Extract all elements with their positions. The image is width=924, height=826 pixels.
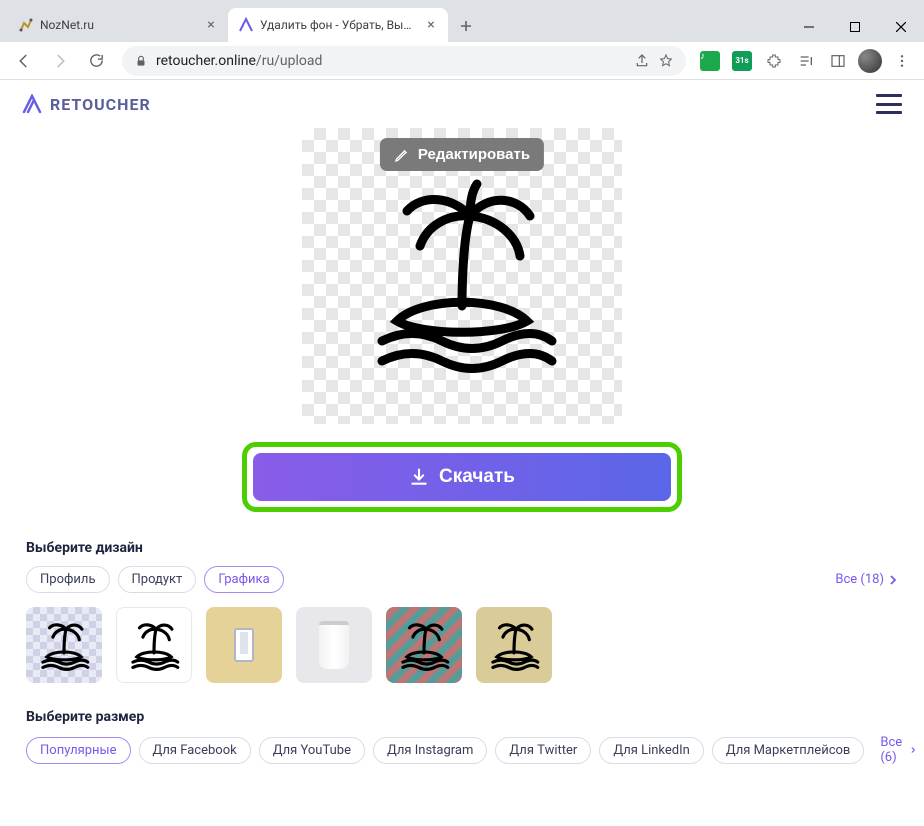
design-thumbnails	[26, 607, 898, 683]
thumb-phone[interactable]	[206, 607, 282, 683]
chevron-right-icon	[910, 745, 916, 755]
extensions-icon[interactable]	[760, 47, 788, 75]
chip-youtube[interactable]: Для YouTube	[259, 737, 365, 764]
thumb-cup[interactable]	[296, 607, 372, 683]
thumb-mosaic[interactable]	[386, 607, 462, 683]
close-icon[interactable]: ×	[204, 18, 218, 32]
reading-list-icon[interactable]	[792, 47, 820, 75]
new-tab-button[interactable]	[452, 12, 480, 40]
chip-product[interactable]: Продукт	[118, 566, 197, 593]
url-text: retoucher.online/ru/upload	[156, 53, 322, 69]
lock-icon	[134, 54, 148, 68]
close-icon[interactable]: ×	[424, 18, 438, 32]
menu-button[interactable]	[876, 94, 902, 114]
design-section: Выберите дизайн Профиль Продукт Графика …	[0, 540, 924, 683]
size-all-link[interactable]: Все (6)	[880, 735, 916, 765]
star-icon[interactable]	[658, 53, 674, 69]
tab-title: NozNet.ru	[40, 18, 198, 32]
extension-31s-icon[interactable]: 31s	[728, 47, 756, 75]
chip-instagram[interactable]: Для Instagram	[373, 737, 487, 764]
design-chips: Профиль Продукт Графика Все (18)	[26, 566, 898, 593]
maximize-button[interactable]	[832, 12, 878, 42]
browser-titlebar: NozNet.ru × Удалить фон - Убрать, Выреза…	[0, 0, 924, 42]
thumb-transparent[interactable]	[26, 607, 102, 683]
chip-facebook[interactable]: Для Facebook	[139, 737, 251, 764]
favicon-noznet	[18, 17, 34, 33]
site-header: RETOUCHER	[0, 80, 924, 128]
page-content: RETOUCHER Редактировать Скачать	[0, 80, 924, 765]
address-bar[interactable]: retoucher.online/ru/upload	[122, 46, 686, 76]
favicon-retoucher	[238, 17, 254, 33]
image-preview: Редактировать	[302, 128, 622, 424]
phone-icon	[234, 628, 254, 662]
download-icon	[409, 467, 429, 487]
chrome-menu-icon[interactable]	[888, 47, 916, 75]
download-label: Скачать	[439, 466, 515, 488]
download-button[interactable]: Скачать	[253, 453, 671, 501]
side-panel-icon[interactable]	[824, 47, 852, 75]
size-chips: Популярные Для Facebook Для YouTube Для …	[26, 735, 898, 765]
result-image	[352, 176, 572, 376]
design-title: Выберите дизайн	[26, 540, 898, 556]
size-section: Выберите размер Популярные Для Facebook …	[0, 709, 924, 765]
tab-retoucher[interactable]: Удалить фон - Убрать, Вырезать ×	[228, 8, 448, 42]
edit-label: Редактировать	[418, 146, 530, 163]
thumb-white[interactable]	[116, 607, 192, 683]
reload-button[interactable]	[80, 45, 112, 77]
extension-music-icon[interactable]: ♪	[696, 47, 724, 75]
chip-profile[interactable]: Профиль	[26, 566, 110, 593]
tab-title: Удалить фон - Убрать, Вырезать	[260, 18, 418, 32]
thumb-sand[interactable]	[476, 607, 552, 683]
size-title: Выберите размер	[26, 709, 898, 725]
profile-avatar[interactable]	[856, 47, 884, 75]
download-highlight: Скачать	[242, 442, 682, 512]
brand-logo[interactable]: RETOUCHER	[22, 94, 151, 114]
chip-marketplaces[interactable]: Для Маркетплейсов	[712, 737, 865, 764]
pencil-icon	[394, 147, 410, 163]
chip-graphics[interactable]: Графика	[204, 566, 283, 593]
tab-noznet[interactable]: NozNet.ru ×	[8, 8, 228, 42]
share-icon[interactable]	[634, 53, 650, 69]
minimize-button[interactable]	[786, 12, 832, 42]
chip-popular[interactable]: Популярные	[26, 737, 131, 764]
brand-name: RETOUCHER	[50, 95, 151, 114]
close-button[interactable]	[878, 12, 924, 42]
chevron-right-icon	[888, 575, 898, 585]
back-button[interactable]	[8, 45, 40, 77]
chip-twitter[interactable]: Для Twitter	[495, 737, 591, 764]
browser-toolbar: retoucher.online/ru/upload ♪ 31s	[0, 42, 924, 80]
cup-icon	[319, 621, 349, 669]
logo-mark-icon	[22, 94, 42, 114]
design-all-link[interactable]: Все (18)	[835, 572, 898, 587]
edit-button[interactable]: Редактировать	[380, 138, 544, 171]
window-controls	[786, 12, 924, 42]
tab-strip: NozNet.ru × Удалить фон - Убрать, Выреза…	[0, 8, 786, 42]
chip-linkedin[interactable]: Для LinkedIn	[599, 737, 704, 764]
forward-button[interactable]	[44, 45, 76, 77]
